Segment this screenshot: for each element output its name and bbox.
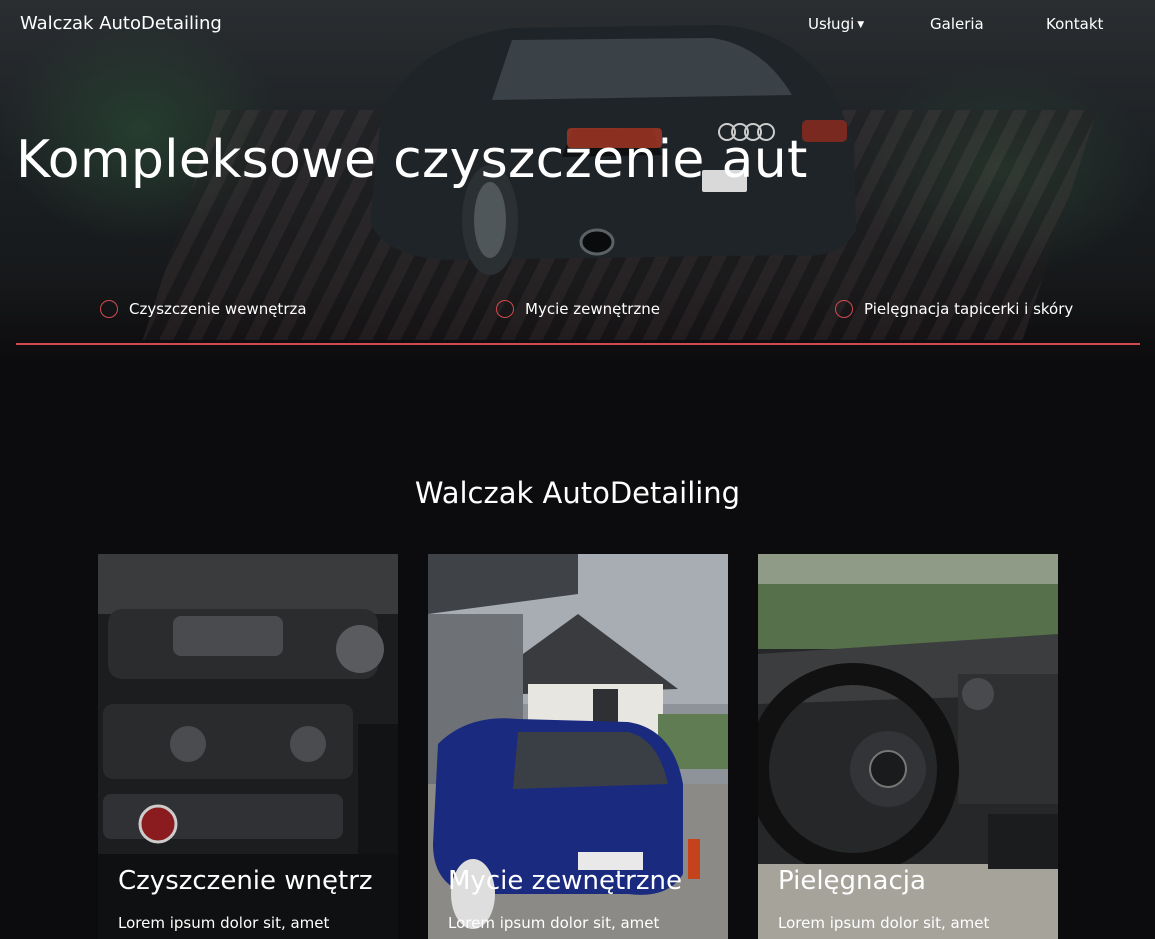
navbar: Walczak AutoDetailing Usługi ▼ Galeria Ko… (0, 0, 1155, 50)
card-text: Lorem ipsum dolor sit, amet (118, 914, 330, 932)
card-text: Lorem ipsum dolor sit, amet (448, 914, 660, 932)
feature-item: Mycie zewnętrzne (496, 300, 660, 318)
card-text: Lorem ipsum dolor sit, amet (778, 914, 990, 932)
hero-title: Kompleksowe czyszczenie aut (16, 130, 808, 190)
nav-item-kontakt[interactable]: Kontakt (1046, 15, 1103, 33)
brand-link[interactable]: Walczak AutoDetailing (20, 13, 222, 34)
nav-item-galeria[interactable]: Galeria (930, 15, 984, 33)
feature-label: Pielęgnacja tapicerki i skóry (864, 300, 1074, 318)
card-title: Pielęgnacja (778, 866, 926, 896)
feature-item: Pielęgnacja tapicerki i skóry (835, 300, 1073, 318)
section-title: Walczak AutoDetailing (414, 476, 741, 510)
hero-divider (16, 343, 1140, 345)
card-title: Mycie zewnętrzne (448, 866, 682, 896)
feature-list: Czyszczenie wewnętrza Mycie zewnętrzne P… (0, 300, 1155, 324)
circle-icon (100, 300, 118, 318)
card-title: Czyszczenie wnętrz (118, 866, 373, 896)
feature-label: Czyszczenie wewnętrza (129, 300, 307, 318)
hero-section: Walczak AutoDetailing Usługi ▼ Galeria Ko… (0, 0, 1155, 355)
nav-item-uslugi[interactable]: Usługi ▼ (808, 15, 864, 33)
feature-label: Mycie zewnętrzne (525, 300, 660, 318)
circle-icon (496, 300, 514, 318)
circle-icon (835, 300, 853, 318)
nav-item-label: Usługi (808, 15, 855, 33)
caret-down-icon: ▼ (857, 19, 865, 30)
feature-item: Czyszczenie wewnętrza (100, 300, 307, 318)
